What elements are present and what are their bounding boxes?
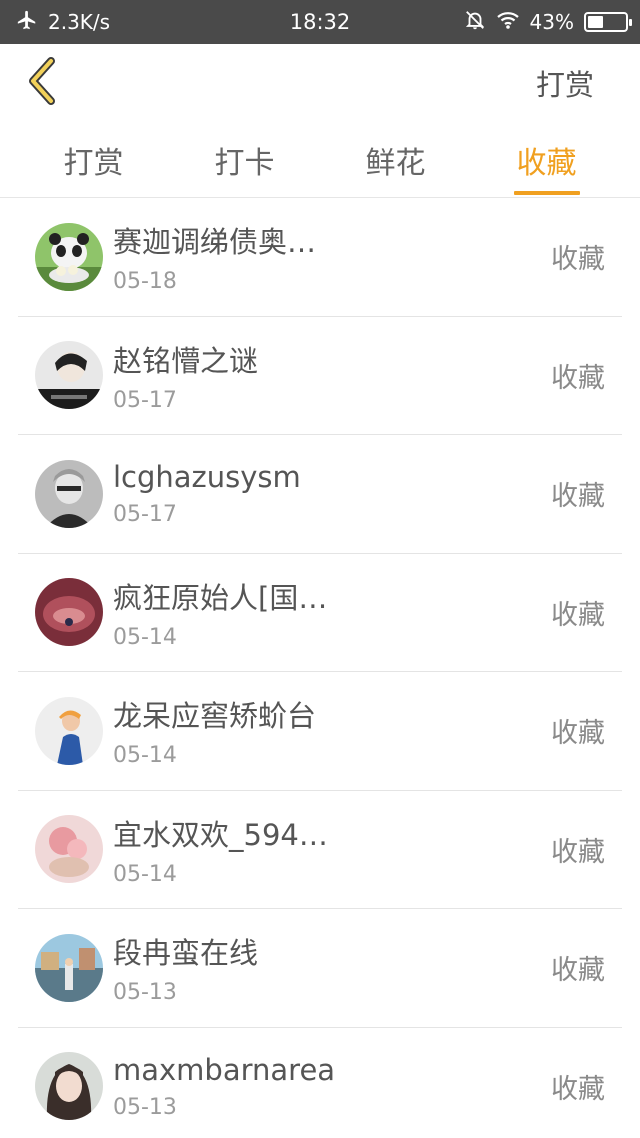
list-item[interactable]: 赛迦调绨债奥… 05-18 收藏 xyxy=(18,198,622,317)
item-name: 龙呆应窖矫蚧台 xyxy=(113,699,317,734)
header: 打赏 xyxy=(0,44,640,122)
tab-checkin[interactable]: 打卡 xyxy=(169,122,320,197)
tab-label: 鲜花 xyxy=(365,145,426,181)
item-date: 05-13 xyxy=(113,980,177,1006)
tab-label: 收藏 xyxy=(516,145,577,181)
item-date: 05-18 xyxy=(113,269,177,295)
tab-bar: 打赏 打卡 鲜花 收藏 xyxy=(0,122,640,198)
tab-reward[interactable]: 打赏 xyxy=(18,122,169,197)
item-text: 段冉蛮在线 05-13 xyxy=(113,930,551,1005)
tab-favorites[interactable]: 收藏 xyxy=(471,122,622,197)
item-text: 疯狂原始人[国… 05-14 xyxy=(113,575,551,650)
list-item[interactable]: lcghazusysm 05-17 收藏 xyxy=(18,435,622,554)
list-item[interactable]: 赵铭懵之谜 05-17 收藏 xyxy=(18,317,622,435)
item-text: 龙呆应窖矫蚧台 05-14 xyxy=(113,693,551,768)
item-name: 赛迦调绨债奥… xyxy=(113,225,317,260)
avatar[interactable] xyxy=(35,578,103,647)
tab-label: 打卡 xyxy=(214,145,275,181)
avatar[interactable] xyxy=(35,933,103,1002)
avatar[interactable] xyxy=(35,696,103,765)
item-action: 收藏 xyxy=(551,1073,605,1105)
item-text: lcghazusysm 05-17 xyxy=(113,460,551,527)
item-text: 赛迦调绨债奥… 05-18 xyxy=(113,219,551,294)
back-button[interactable] xyxy=(22,57,62,109)
item-action: 收藏 xyxy=(551,362,605,394)
list-item[interactable]: maxmbarnarea 05-13 收藏 xyxy=(18,1028,622,1138)
item-text: 赵铭懵之谜 05-17 xyxy=(113,338,551,413)
item-date: 05-17 xyxy=(113,502,177,528)
battery-icon xyxy=(584,12,632,32)
tab-label: 打赏 xyxy=(63,145,124,181)
battery-percent: 43% xyxy=(529,10,574,34)
list-item[interactable]: 段冉蛮在线 05-13 收藏 xyxy=(18,909,622,1028)
status-right: 43% xyxy=(464,9,632,36)
avatar[interactable] xyxy=(35,459,103,528)
wifi-icon xyxy=(496,10,520,35)
tab-underline xyxy=(513,191,580,195)
avatar[interactable] xyxy=(35,1052,103,1121)
item-text: maxmbarnarea 05-13 xyxy=(113,1053,551,1120)
item-date: 05-14 xyxy=(113,861,177,887)
status-bar: 2.3K/s 18:32 43% xyxy=(0,0,640,44)
item-action: 收藏 xyxy=(551,599,605,631)
airplane-icon xyxy=(16,9,38,36)
item-name: 宜水双欢_594… xyxy=(113,817,328,852)
item-action: 收藏 xyxy=(551,718,605,750)
item-name: 疯狂原始人[国… xyxy=(113,580,328,615)
item-date: 05-14 xyxy=(113,743,177,769)
list-item[interactable]: 疯狂原始人[国… 05-14 收藏 xyxy=(18,554,622,672)
item-name: lcghazusysm xyxy=(113,460,301,495)
network-speed: 2.3K/s xyxy=(48,10,111,34)
item-name: maxmbarnarea xyxy=(113,1052,336,1087)
back-chevron-icon xyxy=(25,57,59,109)
favorites-list: 赛迦调绨债奥… 05-18 收藏 赵铭懵之谜 05-17 收藏 lcghazus… xyxy=(0,198,640,1138)
item-text: 宜水双欢_594… 05-14 xyxy=(113,812,551,887)
avatar[interactable] xyxy=(35,341,103,410)
status-left: 2.3K/s xyxy=(16,9,110,36)
reward-button[interactable]: 打赏 xyxy=(536,62,594,104)
item-action: 收藏 xyxy=(551,836,605,868)
list-item[interactable]: 宜水双欢_594… 05-14 收藏 xyxy=(18,791,622,909)
item-date: 05-14 xyxy=(113,624,177,650)
tab-flowers[interactable]: 鲜花 xyxy=(320,122,471,197)
avatar[interactable] xyxy=(35,222,103,291)
item-date: 05-13 xyxy=(113,1094,177,1120)
item-action: 收藏 xyxy=(551,244,605,276)
item-action: 收藏 xyxy=(551,481,605,513)
mute-bell-icon xyxy=(464,9,486,36)
item-action: 收藏 xyxy=(551,955,605,987)
item-name: 段冉蛮在线 xyxy=(113,936,259,971)
battery-level xyxy=(588,16,604,28)
avatar[interactable] xyxy=(35,815,103,884)
list-item[interactable]: 龙呆应窖矫蚧台 05-14 收藏 xyxy=(18,672,622,791)
item-name: 赵铭懵之谜 xyxy=(113,343,259,378)
item-date: 05-17 xyxy=(113,387,177,413)
